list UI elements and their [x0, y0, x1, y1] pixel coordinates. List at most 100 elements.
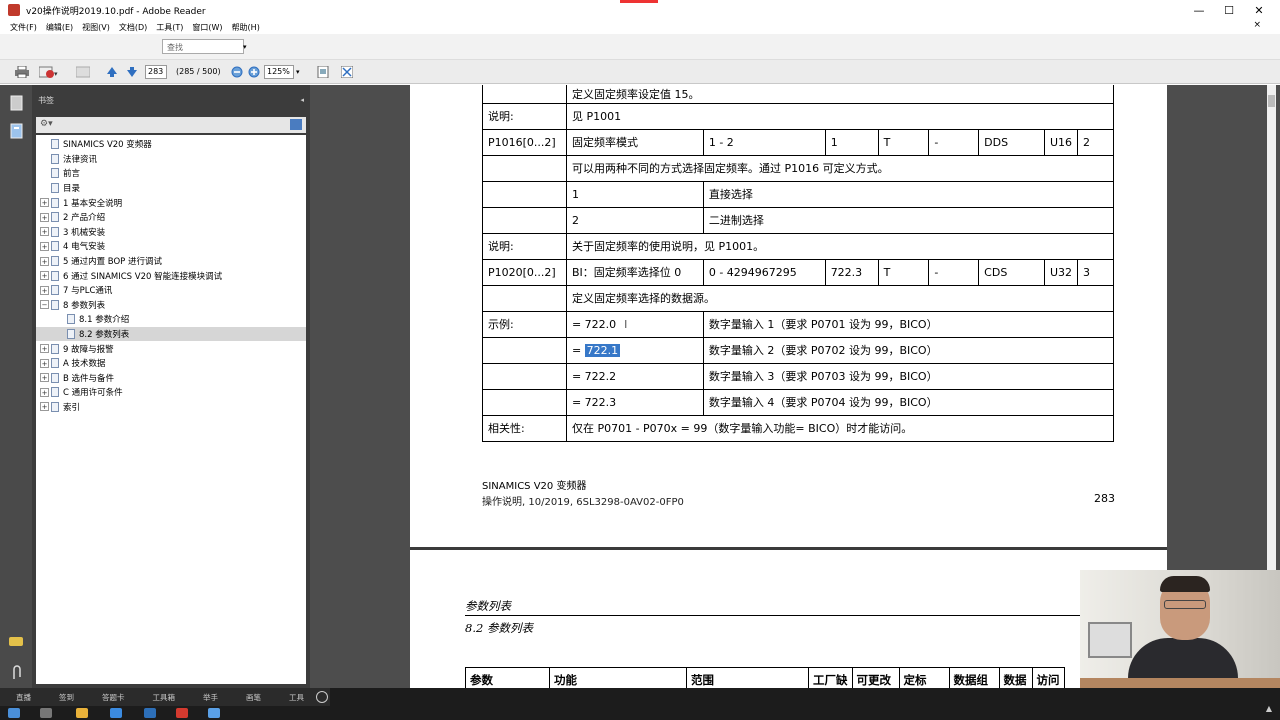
new-bookmark-icon[interactable]	[290, 119, 302, 130]
menu-view[interactable]: 视图(V)	[82, 22, 110, 33]
param-changeable: T	[877, 128, 930, 156]
expand-icon[interactable]: +	[40, 227, 49, 237]
minimize-button[interactable]: —	[1184, 0, 1214, 20]
expand-icon[interactable]: +	[40, 402, 49, 412]
footer-page-number: 283	[1094, 492, 1115, 505]
bookmark-item[interactable]: 前言	[36, 166, 306, 181]
expand-icon[interactable]: +	[40, 387, 49, 397]
comments-panel-icon[interactable]	[9, 637, 25, 653]
bookmark-item[interactable]: +5 通过内置 BOP 进行调试	[36, 254, 306, 269]
full-screen-icon[interactable]	[340, 65, 354, 79]
bookmark-label: 前言	[63, 169, 81, 180]
app-icon[interactable]	[144, 708, 156, 718]
find-input[interactable]: 查找	[162, 39, 244, 54]
expand-icon[interactable]: +	[40, 344, 49, 354]
browser-icon[interactable]	[110, 708, 122, 718]
bookmark-item[interactable]: 8.1 参数介绍	[36, 312, 306, 327]
menu-document[interactable]: 文档(D)	[119, 22, 147, 33]
search-icon[interactable]	[40, 708, 52, 718]
zoom-in-icon[interactable]	[247, 65, 261, 79]
bookmark-item[interactable]: + C 通用许可条件	[36, 385, 306, 400]
tool-tab[interactable]: 举手	[203, 692, 218, 703]
expand-icon[interactable]: +	[40, 285, 49, 295]
next-page-icon[interactable]	[125, 65, 139, 79]
pages-panel-icon[interactable]	[9, 95, 25, 111]
show-hidden-icons-icon[interactable]: ▲	[1266, 704, 1272, 713]
bookmark-icon	[51, 256, 59, 267]
tool-tab[interactable]: 画笔	[246, 692, 261, 703]
start-icon[interactable]	[8, 708, 20, 718]
tool-tab[interactable]: 答题卡	[102, 692, 125, 703]
bookmarks-panel-icon[interactable]	[9, 123, 25, 139]
email-icon[interactable]: ▾	[38, 65, 60, 79]
maximize-button[interactable]: ☐	[1214, 0, 1244, 20]
bookmark-item[interactable]: + B 选件与备件	[36, 371, 306, 386]
bookmark-item[interactable]: SINAMICS V20 变频器	[36, 137, 306, 152]
bookmark-label: 4 电气安装	[63, 242, 106, 253]
bookmark-item[interactable]: +6 通过 SINAMICS V20 智能连接模块调试	[36, 268, 306, 283]
bookmark-item[interactable]: +9 故障与报警	[36, 341, 306, 356]
recording-indicator	[620, 0, 658, 3]
param-changeable: T	[877, 258, 930, 286]
folder-icon[interactable]	[76, 708, 88, 718]
expand-icon[interactable]: +	[40, 198, 49, 208]
bookmark-item[interactable]: 法律资讯	[36, 152, 306, 167]
expand-icon[interactable]: +	[40, 241, 49, 251]
expand-icon[interactable]: +	[40, 358, 49, 368]
bookmark-item[interactable]: + 索引	[36, 400, 306, 415]
print-icon[interactable]	[14, 65, 30, 79]
text-selection[interactable]: 722.1	[584, 343, 621, 357]
previous-page-icon[interactable]	[105, 65, 119, 79]
bookmark-item[interactable]: 目录	[36, 181, 306, 196]
bookmark-item[interactable]: 8.2 参数列表	[36, 326, 306, 342]
menu-tools[interactable]: 工具(T)	[156, 22, 183, 33]
collapse-panel-icon[interactable]: ◂	[300, 96, 304, 104]
zoom-out-icon[interactable]	[230, 65, 244, 79]
adobe-taskbar-icon[interactable]	[176, 708, 188, 718]
example-label: 示例:	[482, 310, 567, 338]
tool-tab[interactable]: 工具箱	[153, 692, 176, 703]
close-document-button[interactable]: ×	[1253, 20, 1261, 30]
header-rule	[465, 615, 1090, 616]
zoom-level-input[interactable]: 125%	[264, 65, 294, 79]
expand-icon[interactable]: +	[40, 373, 49, 383]
page-number-input[interactable]: 283	[145, 65, 167, 79]
expand-icon[interactable]: +	[40, 271, 49, 281]
tool-tab[interactable]: 签到	[59, 692, 74, 703]
expand-icon[interactable]: +	[40, 212, 49, 222]
find-dropdown-icon[interactable]: ▾	[243, 43, 247, 51]
expand-icon[interactable]: +	[40, 256, 49, 266]
bookmark-item[interactable]: +4 电气安装	[36, 239, 306, 254]
note-text: 见 P1001	[565, 102, 1115, 130]
example-text: 数字量输入 2（要求 P0702 设为 99，BICO）	[702, 336, 1115, 364]
menu-window[interactable]: 窗口(W)	[192, 22, 222, 33]
options-gear-icon[interactable]: ⚙▾	[40, 119, 53, 129]
menu-file[interactable]: 文件(F)	[10, 22, 37, 33]
bookmark-item[interactable]: +2 产品介绍	[36, 210, 306, 225]
collapse-icon[interactable]: −	[40, 300, 49, 310]
snapshot-icon[interactable]	[75, 65, 91, 79]
scrollbar-thumb[interactable]	[1268, 95, 1275, 107]
find-toolbar: 查找 ▾	[0, 34, 1280, 60]
menu-help[interactable]: 帮助(H)	[232, 22, 260, 33]
note-text: 关于固定频率的使用说明，见 P1001。	[565, 232, 1115, 260]
bookmark-item[interactable]: +1 基本安全说明	[36, 195, 306, 210]
bookmark-label: 8.2 参数列表	[79, 330, 130, 341]
bookmark-item[interactable]: +3 机械安装	[36, 225, 306, 240]
bookmark-item[interactable]: + A 技术数据	[36, 356, 306, 371]
bookmark-icon	[51, 241, 59, 252]
tool-tab[interactable]: 直播	[16, 692, 31, 703]
bookmark-item[interactable]: − 8 参数列表	[36, 298, 306, 313]
menu-edit[interactable]: 编辑(E)	[46, 22, 73, 33]
fit-page-icon[interactable]	[316, 65, 330, 79]
app-icon[interactable]	[208, 708, 220, 718]
close-button[interactable]: ✕	[1244, 0, 1274, 20]
zoom-dropdown-icon[interactable]: ▾	[296, 68, 300, 76]
param-default: 1	[824, 128, 879, 156]
bookmark-icon	[51, 285, 59, 296]
bookmark-icon	[51, 270, 59, 281]
tool-tab[interactable]: 工具	[289, 692, 304, 703]
bookmark-item[interactable]: +7 与PLC通讯	[36, 283, 306, 298]
attachments-paperclip-icon[interactable]	[9, 665, 25, 681]
power-icon[interactable]	[316, 691, 328, 703]
